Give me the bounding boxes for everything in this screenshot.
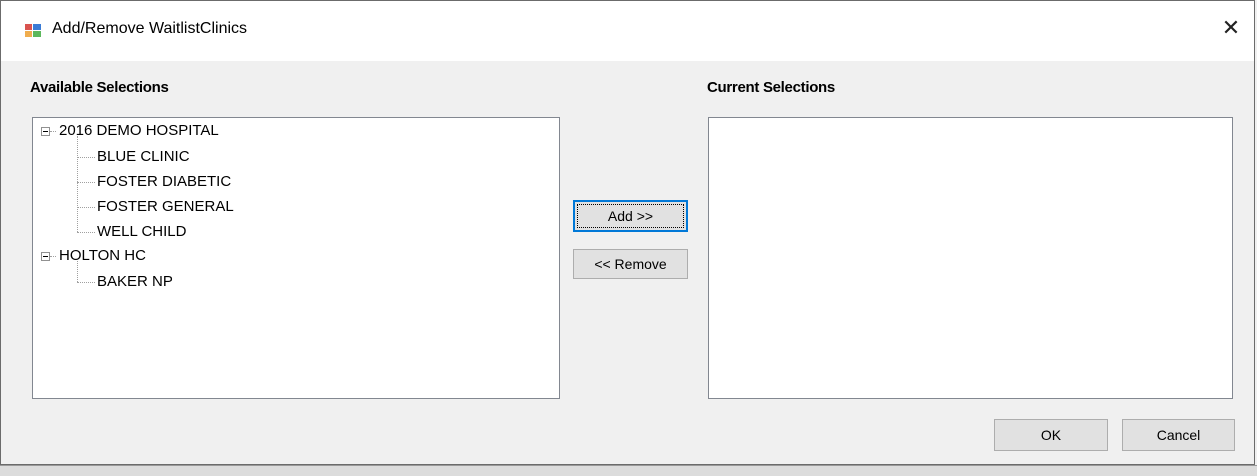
- tree-node-2016-demo-hospital[interactable]: 2016 DEMO HOSPITAL: [59, 122, 219, 139]
- available-selections-label: Available Selections: [30, 79, 169, 96]
- tree-node-foster-diabetic[interactable]: FOSTER DIABETIC: [97, 173, 231, 190]
- ok-button-label: OK: [1040, 427, 1062, 443]
- remove-button[interactable]: << Remove: [573, 249, 688, 279]
- close-icon[interactable]: ✕: [1218, 15, 1244, 41]
- tree-node-foster-general[interactable]: FOSTER GENERAL: [97, 198, 234, 215]
- background-window-strip: [0, 465, 1257, 476]
- window-title: Add/Remove WaitlistClinics: [52, 20, 248, 37]
- cancel-button-label: Cancel: [1156, 427, 1201, 443]
- available-selections-tree[interactable]: 2016 DEMO HOSPITAL BLUE CLINIC FOSTER DI…: [32, 117, 560, 399]
- tree-connector: [77, 136, 78, 232]
- tree-node-blue-clinic[interactable]: BLUE CLINIC: [97, 148, 190, 165]
- tree-node-holton-hc[interactable]: HOLTON HC: [59, 247, 146, 264]
- app-window-icon: [25, 24, 41, 37]
- tree-connector: [77, 157, 95, 158]
- tree-collapse-icon[interactable]: [41, 252, 50, 261]
- tree-node-well-child[interactable]: WELL CHILD: [97, 223, 186, 240]
- remove-button-label: << Remove: [594, 256, 667, 272]
- tree-connector: [77, 232, 95, 233]
- ok-button[interactable]: OK: [994, 419, 1108, 451]
- current-selections-label: Current Selections: [707, 79, 835, 96]
- tree-connector: [77, 282, 95, 283]
- tree-connector: [77, 207, 95, 208]
- add-button[interactable]: Add >>: [573, 200, 688, 232]
- tree-connector: [50, 256, 56, 257]
- cancel-button[interactable]: Cancel: [1122, 419, 1235, 451]
- tree-node-baker-np[interactable]: BAKER NP: [97, 273, 173, 290]
- tree-connector: [77, 261, 78, 282]
- current-selections-list[interactable]: [708, 117, 1233, 399]
- focus-rectangle: [577, 204, 684, 228]
- tree-collapse-icon[interactable]: [41, 127, 50, 136]
- title-bar: Add/Remove WaitlistClinics ✕: [1, 1, 1254, 61]
- tree-connector: [77, 182, 95, 183]
- dialog-window: Add/Remove WaitlistClinics ✕ Available S…: [0, 0, 1255, 465]
- tree-connector: [50, 131, 56, 132]
